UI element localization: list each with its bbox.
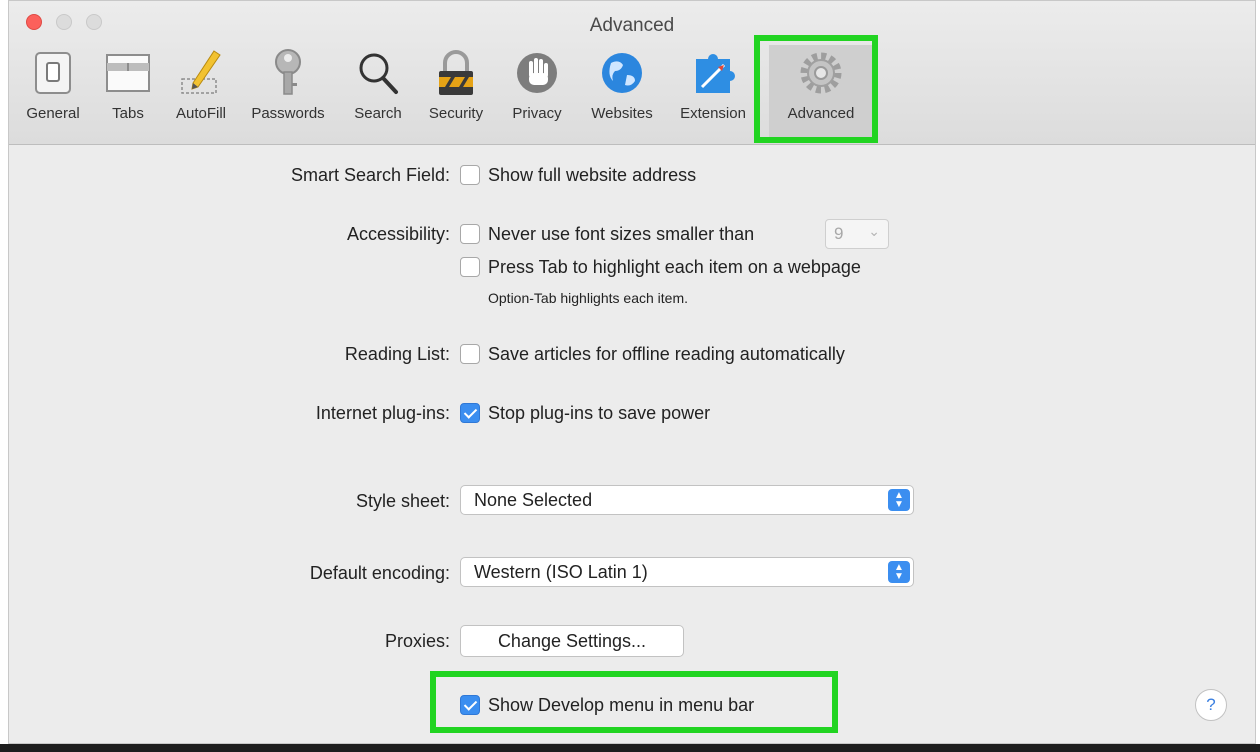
toolbar-label: Search xyxy=(354,105,402,122)
hand-icon xyxy=(517,53,557,93)
reading-list-label: Reading List: xyxy=(344,344,450,364)
plugins-label: Internet plug-ins: xyxy=(315,403,450,423)
toolbar-label: Passwords xyxy=(251,105,325,122)
press-tab-checkbox[interactable] xyxy=(460,257,480,277)
min-font-size-option[interactable]: Never use font sizes smaller than xyxy=(488,224,754,245)
toolbar-label: Privacy xyxy=(512,105,562,122)
toolbar-autofill[interactable]: AutoFill xyxy=(165,45,237,137)
font-size-select[interactable]: 9 ⌄ xyxy=(825,219,889,249)
stop-plugins-checkbox[interactable] xyxy=(460,403,480,423)
style-sheet-value: None Selected xyxy=(474,490,593,510)
show-full-address-checkbox[interactable] xyxy=(460,165,480,185)
preferences-window: Advanced General Tabs AutoFill Passwords… xyxy=(8,0,1256,744)
toolbar-label: General xyxy=(26,105,80,122)
toolbar-label: Tabs xyxy=(112,105,144,122)
proxies-label: Proxies: xyxy=(384,631,450,651)
encoding-label: Default encoding: xyxy=(309,563,450,583)
style-sheet-select[interactable]: None Selected ▲ ▼ xyxy=(460,485,914,515)
advanced-settings-pane: Smart Search Field: Show full website ad… xyxy=(9,145,1255,743)
press-tab-option[interactable]: Press Tab to highlight each item on a we… xyxy=(488,257,861,278)
encoding-value: Western (ISO Latin 1) xyxy=(474,562,648,582)
key-icon xyxy=(275,49,301,95)
offline-reading-option[interactable]: Save articles for offline reading automa… xyxy=(488,344,845,365)
updown-arrows-icon: ▲ ▼ xyxy=(888,561,910,583)
font-size-value: 9 xyxy=(834,224,844,243)
toolbar-tabs[interactable]: Tabs xyxy=(99,45,157,137)
accessibility-label: Accessibility: xyxy=(346,224,450,244)
toolbar-label: Security xyxy=(428,105,484,122)
toolbar-passwords[interactable]: Passwords xyxy=(241,45,335,137)
magnifier-icon xyxy=(359,53,398,94)
toolbar-label: Websites xyxy=(591,105,653,122)
pencil-icon xyxy=(181,50,221,94)
updown-arrows-icon: ▲ ▼ xyxy=(888,489,910,511)
bottom-edge xyxy=(0,744,1260,752)
toolbar-websites[interactable]: Websites xyxy=(579,45,665,137)
window-title: Advanced xyxy=(589,15,675,36)
toolbar-label: AutoFill xyxy=(175,105,227,122)
globe-icon xyxy=(602,53,642,93)
offline-reading-checkbox[interactable] xyxy=(460,344,480,364)
smart-search-label: Smart Search Field: xyxy=(290,165,450,185)
change-settings-button[interactable]: Change Settings... xyxy=(460,625,684,657)
style-sheet-label: Style sheet: xyxy=(355,491,450,511)
option-tab-hint: Option-Tab highlights each item. xyxy=(488,290,688,306)
puzzle-icon xyxy=(696,54,735,93)
toolbar-search[interactable]: Search xyxy=(343,45,413,137)
toolbar-security[interactable]: Security xyxy=(417,45,495,137)
toolbar-privacy[interactable]: Privacy xyxy=(499,45,575,137)
stop-plugins-option[interactable]: Stop plug-ins to save power xyxy=(488,403,710,424)
tabs-icon xyxy=(106,54,150,92)
padlock-icon xyxy=(439,50,473,95)
show-full-address-option[interactable]: Show full website address xyxy=(488,165,696,186)
help-button[interactable]: ? xyxy=(1195,689,1227,721)
general-switch-icon xyxy=(35,52,71,94)
titlebar: Advanced General Tabs AutoFill Passwords… xyxy=(9,1,1255,145)
toolbar-label: Extension xyxy=(680,105,746,122)
toolbar-general[interactable]: General xyxy=(15,45,91,137)
toolbar-extensions[interactable]: Extension xyxy=(669,45,757,137)
min-font-size-checkbox[interactable] xyxy=(460,224,480,244)
develop-menu-highlight-box xyxy=(430,671,838,733)
encoding-select[interactable]: Western (ISO Latin 1) ▲ ▼ xyxy=(460,557,914,587)
advanced-highlight-box xyxy=(754,35,878,143)
chevron-down-icon: ⌄ xyxy=(868,223,880,239)
